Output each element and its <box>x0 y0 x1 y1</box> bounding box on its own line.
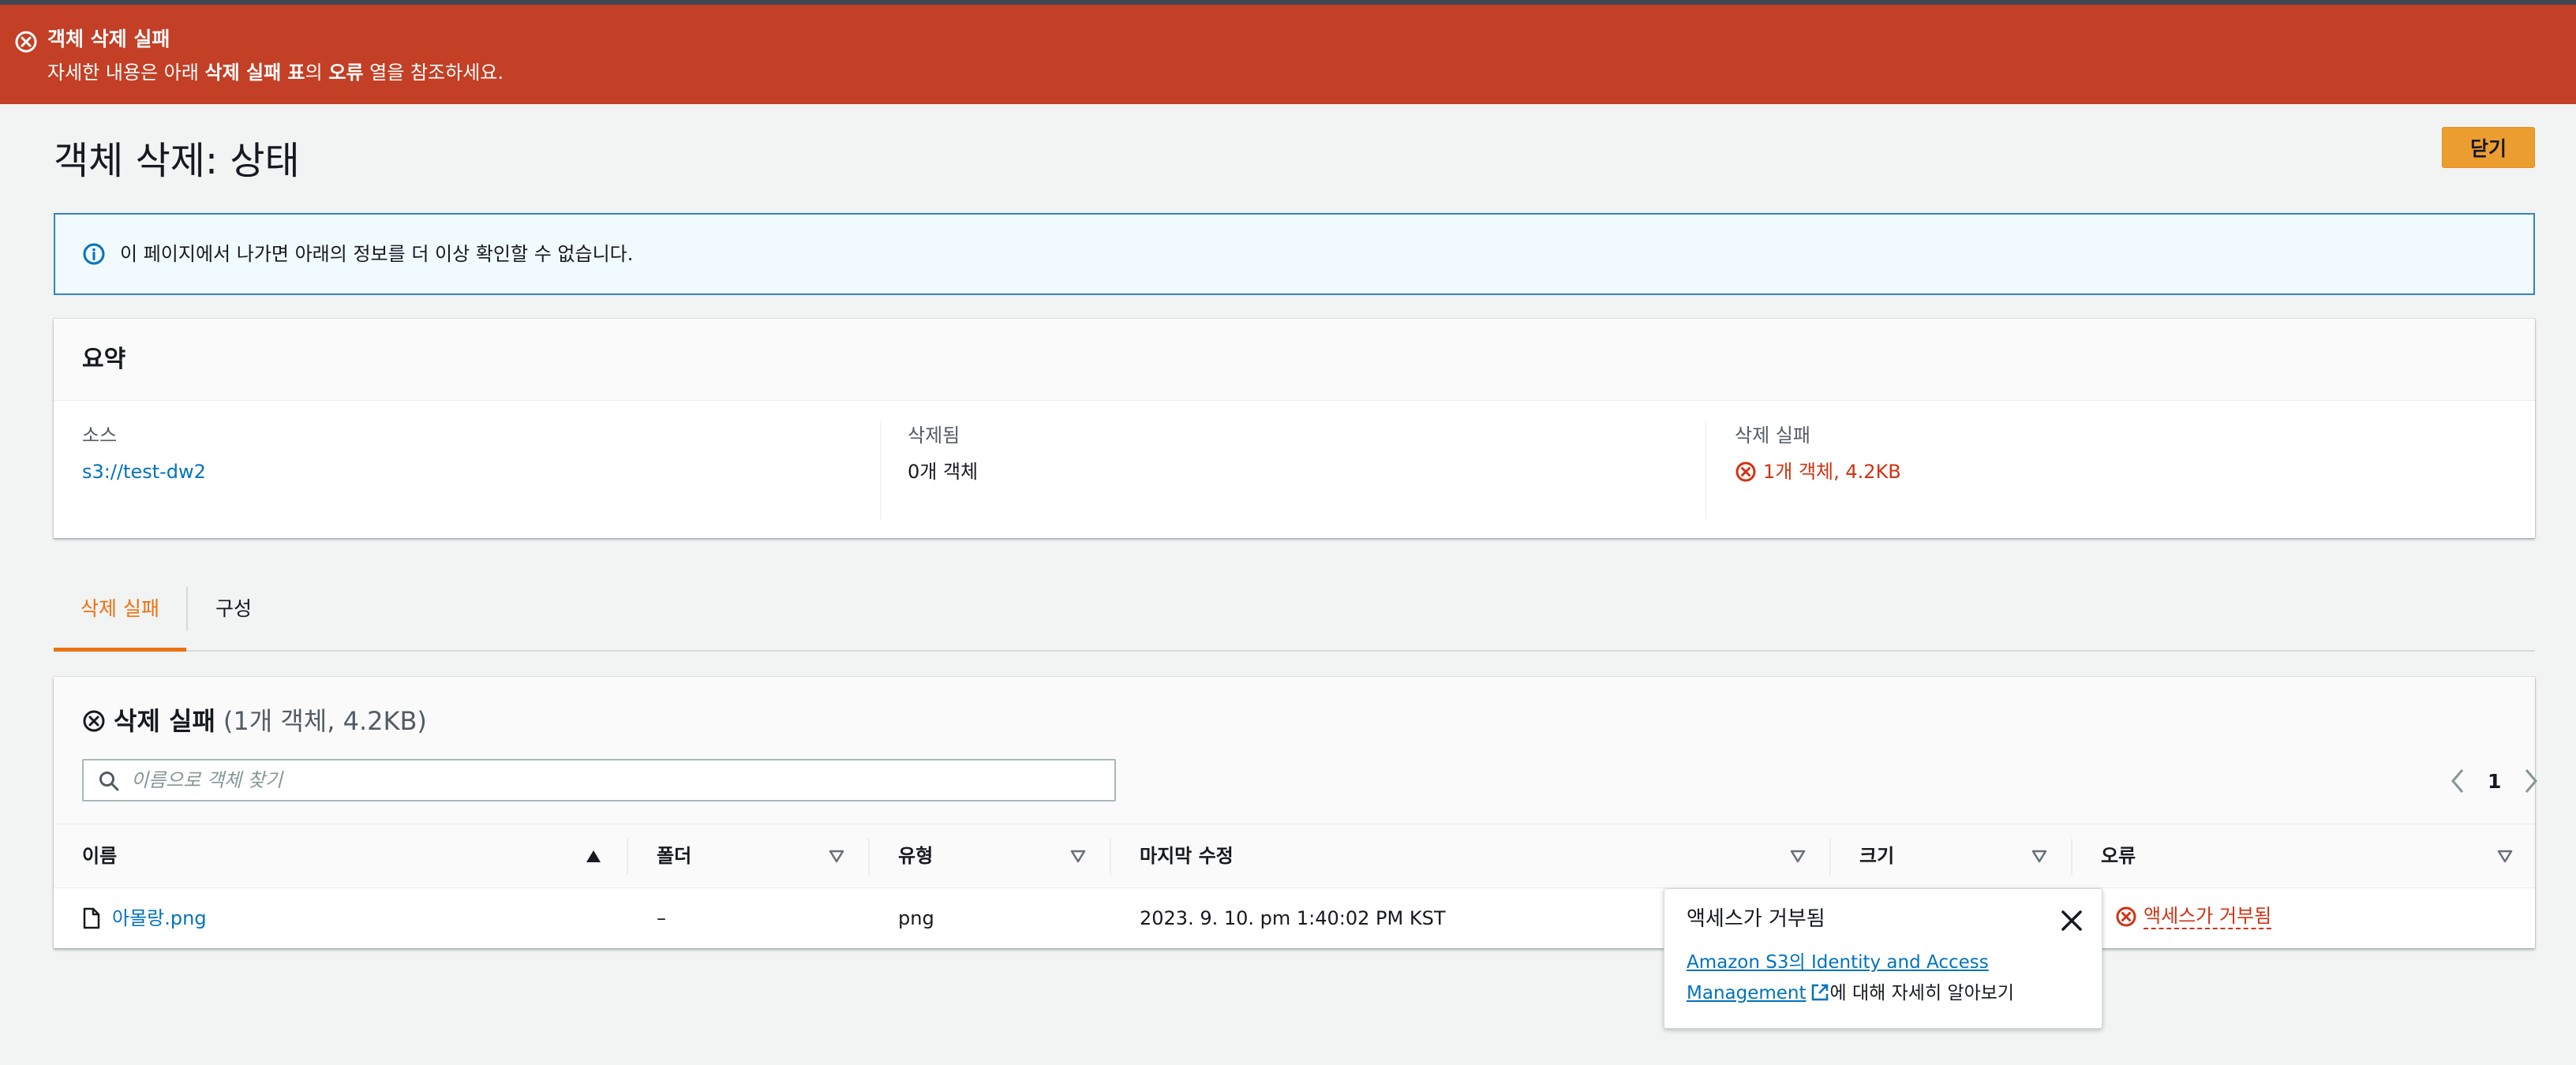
column-header-name[interactable]: 이름 <box>54 824 628 889</box>
summary-title: 요약 <box>82 346 126 373</box>
cell-name: 아몰랑.png <box>82 904 207 932</box>
column-header-folder[interactable]: 폴더 <box>628 824 870 889</box>
info-text: 이 페이지에서 나가면 아래의 정보를 더 이상 확인할 수 없습니다. <box>120 243 634 265</box>
sort-icon <box>829 850 844 863</box>
flash-desc-text: 의 <box>305 62 329 84</box>
table-title: 삭제 실패 (1개 객체, 4.2KB) <box>82 702 427 740</box>
tab-bar: 삭제 실패 구성 <box>54 576 2535 652</box>
table-title-text: 삭제 실패 <box>114 706 215 736</box>
column-header-error[interactable]: 오류 <box>2072 824 2535 889</box>
column-label: 폴더 <box>657 845 692 867</box>
flash-desc-bold-error: 오류 <box>328 62 364 84</box>
summary-container: 요약 소스 s3://test-dw2 삭제됨 0개 객체 삭제 실패 1개 객… <box>54 319 2535 538</box>
flash-desc-text: 자세한 내용은 아래 <box>47 62 205 84</box>
error-popover: 액세스가 거부됨 Amazon S3의 Identity and Access M… <box>1664 888 2102 1029</box>
flash-desc-text: 열을 참조하세요. <box>363 62 504 84</box>
cell-error[interactable]: 액세스가 거부됨 <box>2115 904 2272 929</box>
column-label: 유형 <box>898 845 934 867</box>
cell-type: png <box>898 907 934 929</box>
external-link-icon <box>1811 984 1828 1001</box>
flash-description: 자세한 내용은 아래 삭제 실패 표의 오류 열을 참조하세요. <box>47 58 504 87</box>
tab-configuration[interactable]: 구성 <box>188 576 279 652</box>
deleted-label: 삭제됨 <box>908 424 960 447</box>
column-header-size[interactable]: 크기 <box>1831 824 2072 889</box>
error-popover-trigger[interactable]: 액세스가 거부됨 <box>2144 904 2272 929</box>
object-name-link[interactable]: 아몰랑.png <box>112 904 207 932</box>
failed-value: 1개 객체, 4.2KB <box>1735 458 2508 486</box>
source-label: 소스 <box>82 424 118 447</box>
search-input[interactable] <box>131 765 1102 795</box>
search-box <box>82 759 1116 802</box>
failed-label: 삭제 실패 <box>1735 424 1810 447</box>
table-header-area: 삭제 실패 (1개 객체, 4.2KB) 1 <box>54 677 2538 824</box>
error-circle-icon <box>1735 462 1756 482</box>
search-icon <box>99 772 119 791</box>
popover-suffix: 에 대해 자세히 알아보기 <box>1829 983 2015 1003</box>
info-alert: 이 페이지에서 나가면 아래의 정보를 더 이상 확인할 수 없습니다. <box>54 213 2535 295</box>
file-icon <box>83 907 100 929</box>
failed-objects-table: 삭제 실패 (1개 객체, 4.2KB) 1 이름 폴더 <box>54 677 2538 948</box>
column-header-type[interactable]: 유형 <box>870 824 1111 889</box>
chevron-left-icon <box>2451 769 2464 793</box>
page-title: 객체 삭제: 상태 <box>54 139 300 183</box>
column-label: 이름 <box>82 845 118 867</box>
close-button[interactable]: 닫기 <box>2442 127 2535 168</box>
summary-header: 요약 <box>54 319 2535 401</box>
next-page-button[interactable] <box>2522 762 2540 800</box>
summary-deleted: 삭제됨 0개 객체 <box>908 421 1706 519</box>
sort-icon <box>2031 850 2047 863</box>
prev-page-button[interactable] <box>2448 762 2467 800</box>
table-row: 아몰랑.png – png 2023. 9. 10. pm 1:40:02 PM… <box>54 888 2535 948</box>
sort-ascending-icon <box>586 850 601 862</box>
close-icon[interactable] <box>2059 908 2084 933</box>
sort-icon <box>1790 850 1806 863</box>
iam-docs-link[interactable]: Amazon S3의 Identity and Access <box>1687 952 1989 973</box>
sort-icon <box>1070 850 1086 863</box>
pagination: 1 <box>2448 762 2540 800</box>
error-circle-icon <box>2116 906 2136 927</box>
cell-last-modified: 2023. 9. 10. pm 1:40:02 PM KST <box>1140 907 1446 929</box>
table-column-headers: 이름 폴더 유형 마지막 수정 크기 오류 <box>54 824 2535 888</box>
flash-title: 객체 삭제 실패 <box>47 28 170 50</box>
failed-value-text: 1개 객체, 4.2KB <box>1763 461 1901 483</box>
summary-failed: 삭제 실패 1개 객체, 4.2KB <box>1735 421 2508 519</box>
error-flashbar: 객체 삭제 실패 자세한 내용은 아래 삭제 실패 표의 오류 열을 참조하세요… <box>0 5 2576 104</box>
info-circle-icon <box>83 243 105 265</box>
source-link[interactable]: s3://test-dw2 <box>82 458 880 486</box>
cell-folder: – <box>657 907 666 929</box>
tab-delete-failed[interactable]: 삭제 실패 <box>54 576 186 652</box>
column-label: 마지막 수정 <box>1140 845 1234 867</box>
iam-docs-link-continued[interactable]: Management <box>1687 983 1807 1003</box>
sort-icon <box>2497 850 2513 863</box>
chevron-right-icon <box>2525 769 2538 793</box>
popover-body: Amazon S3의 Identity and Access Management… <box>1687 947 2081 1009</box>
error-circle-icon <box>15 31 37 53</box>
table-count: (1개 객체, 4.2KB) <box>223 706 427 736</box>
page-number[interactable]: 1 <box>2488 770 2501 793</box>
column-label: 크기 <box>1859 845 1895 867</box>
column-label: 오류 <box>2101 845 2136 867</box>
error-circle-icon <box>83 710 105 732</box>
flash-desc-bold-table: 삭제 실패 표 <box>204 62 305 84</box>
popover-title: 액세스가 거부됨 <box>1687 907 1825 931</box>
column-header-last-modified[interactable]: 마지막 수정 <box>1111 824 1831 889</box>
summary-source: 소스 s3://test-dw2 <box>82 421 881 519</box>
deleted-value: 0개 객체 <box>908 461 979 483</box>
